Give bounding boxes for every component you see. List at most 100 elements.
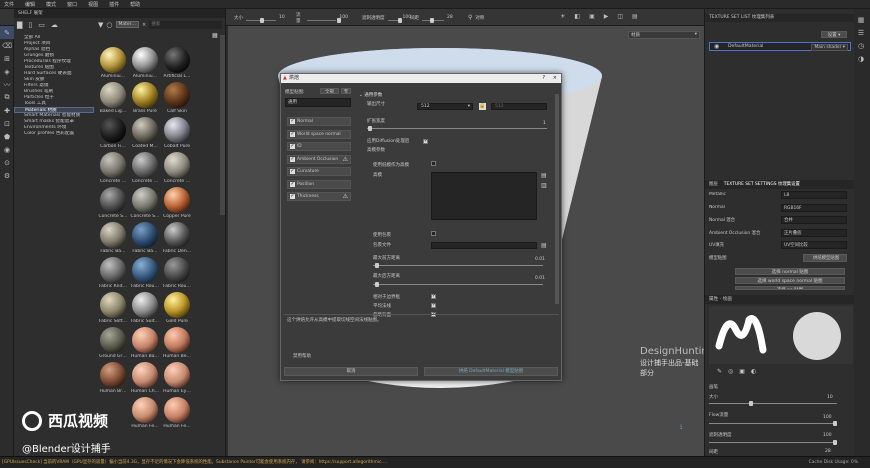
select-all-button[interactable]: 全部 xyxy=(320,88,339,94)
cage-file-field[interactable] xyxy=(431,242,537,249)
menu-help[interactable]: 帮助 xyxy=(130,1,140,8)
use-cage-checkbox[interactable] xyxy=(431,231,436,236)
menu-window[interactable]: 窗口 xyxy=(67,1,77,8)
select-none-button[interactable]: 无 xyxy=(341,88,351,94)
mesh-map-checkbox[interactable]: ✓ xyxy=(290,194,295,199)
relative-bbox-checkbox[interactable] xyxy=(431,293,436,299)
common-item[interactable]: 通用 xyxy=(285,98,351,107)
shelf-scrollbar[interactable] xyxy=(220,35,225,215)
diffusion-checkbox[interactable] xyxy=(423,138,428,144)
geometry-icon[interactable]: ◈ xyxy=(0,65,14,78)
material-thumbnail[interactable]: Brass Pure xyxy=(130,82,160,114)
material-thumbnail[interactable]: Aluminiu… xyxy=(130,47,160,79)
cloud-icon[interactable]: ☁ xyxy=(51,21,58,29)
cage-file-icon[interactable]: ▤ xyxy=(541,242,547,249)
chip-close-icon[interactable]: × xyxy=(142,22,146,28)
tab-layers[interactable]: 图层 xyxy=(709,180,718,189)
color-picker-icon[interactable]: ◉ xyxy=(0,143,14,156)
display-icon[interactable]: ▤ xyxy=(632,13,638,20)
brush-icon[interactable]: ✎ xyxy=(717,368,722,375)
select-normal-button[interactable]: 选择 normal 贴图 xyxy=(735,268,845,275)
smudge-icon[interactable]: 〰 xyxy=(0,78,14,91)
material-thumbnail[interactable]: Human Br… xyxy=(98,362,128,394)
material-thumbnail[interactable]: Concrete S… xyxy=(98,187,128,219)
alpha-icon[interactable]: ◎ xyxy=(728,368,733,375)
layers-icon[interactable]: ☰ xyxy=(854,26,868,39)
flow-slider[interactable] xyxy=(709,421,837,426)
material-thumbnail[interactable]: Human Fe… xyxy=(162,397,192,429)
help-icon[interactable]: ? xyxy=(542,74,545,83)
material-thumbnail[interactable]: Fabric Rou… xyxy=(162,257,192,289)
material-thumbnail[interactable]: Human Fe… xyxy=(130,397,160,429)
mesh-map-checkbox[interactable]: ✓ xyxy=(290,119,295,124)
material-thumbnail[interactable]: Concrete … xyxy=(162,152,192,184)
material-thumbnail[interactable]: Fabric Rou… xyxy=(130,257,160,289)
symmetry-toggle[interactable]: ⚲ 对称 xyxy=(468,11,498,24)
material-thumbnail[interactable]: Human Be… xyxy=(162,327,192,359)
texture-set-icon[interactable]: ▦ xyxy=(854,13,868,26)
opacity-slider[interactable] xyxy=(709,440,837,445)
history-icon[interactable]: ◷ xyxy=(854,39,868,52)
mesh-map-item[interactable]: ✓ ID xyxy=(287,142,351,151)
new-doc-icon[interactable]: ▯ xyxy=(28,21,32,29)
close-icon[interactable]: × xyxy=(553,74,557,83)
material-thumbnail[interactable]: Fabric Soft… xyxy=(98,292,128,324)
max-front-slider[interactable] xyxy=(373,263,543,268)
texture-set-row[interactable]: ◉ DefaultMaterial Main shader ▾ xyxy=(709,42,851,51)
menu-file[interactable]: 文件 xyxy=(4,1,14,8)
eye-icon[interactable]: ◉ xyxy=(714,43,719,50)
mesh-map-item[interactable]: ✓ Normal xyxy=(287,117,351,126)
material-thumbnail[interactable]: Coated M… xyxy=(130,117,160,149)
folder-icon[interactable]: ▇ xyxy=(17,21,22,29)
material-thumbnail[interactable]: Concrete … xyxy=(130,152,160,184)
tab-texture-set-settings[interactable]: TEXTURE SET SETTINGS 纹理集设置 xyxy=(724,180,800,189)
material-thumbnail[interactable]: Concrete … xyxy=(98,152,128,184)
output-size-select[interactable]: 512 ▾ xyxy=(417,103,473,110)
select-wsn-button[interactable]: 选择 world space normal 贴图 xyxy=(735,277,845,284)
material-thumbnail[interactable]: Aluminiu… xyxy=(98,47,128,79)
filter-chip[interactable]: Mater… xyxy=(115,21,140,28)
material-thumbnail[interactable]: Fabric Suit… xyxy=(130,292,160,324)
highpoly-list[interactable] xyxy=(431,172,537,220)
flow-slider[interactable]: 流量 100 xyxy=(296,11,348,24)
material-thumbnail[interactable]: Fabric Den… xyxy=(162,222,192,254)
material-thumbnail[interactable]: Concrete S… xyxy=(130,187,160,219)
setting-value[interactable]: 正片叠底 xyxy=(781,228,847,237)
menu-mode[interactable]: 模式 xyxy=(46,1,56,8)
material-thumbnail[interactable]: Copper Pure xyxy=(162,187,192,219)
mesh-map-checkbox[interactable]: ✓ xyxy=(290,144,295,149)
file-add-icon[interactable]: ▤ xyxy=(541,172,547,179)
setting-value[interactable]: RGB16F xyxy=(781,203,847,212)
shelf-search-input[interactable]: 搜索 xyxy=(149,20,222,29)
camera-tool-icon[interactable]: ⊙ xyxy=(0,156,14,169)
sun-icon[interactable]: ☀ xyxy=(560,13,565,20)
grid-view-icon[interactable]: ▦ xyxy=(212,32,218,39)
shelf-category-item[interactable]: Color profiles 色彩配置 xyxy=(14,131,94,137)
setting-value[interactable]: UV空间比较 xyxy=(781,241,847,249)
material-icon[interactable]: ◐ xyxy=(751,368,756,375)
video-icon[interactable]: ▶ xyxy=(604,13,609,20)
setting-value[interactable]: L8 xyxy=(781,191,847,199)
paint-brush-icon[interactable]: ✎ xyxy=(0,26,14,39)
use-lowpoly-checkbox[interactable] xyxy=(431,161,436,166)
camera-icon[interactable]: ▣ xyxy=(589,13,595,20)
material-thumbnail[interactable]: Human Ch… xyxy=(130,362,160,394)
size-slider[interactable] xyxy=(709,401,837,406)
new-folder-icon[interactable]: ▭ xyxy=(38,21,45,29)
angle-slider[interactable]: 间距 28 xyxy=(410,11,458,24)
mesh-map-checkbox[interactable]: ✓ xyxy=(290,156,295,162)
mesh-map-checkbox[interactable]: ✓ xyxy=(290,169,295,174)
material-thumbnail[interactable]: Carbon Fi… xyxy=(98,117,128,149)
mesh-map-checkbox[interactable]: ✓ xyxy=(290,131,295,137)
material-thumbnail[interactable]: Human Ey… xyxy=(162,362,192,394)
material-thumbnail[interactable]: Gold Pure xyxy=(162,292,192,324)
select-ao-button[interactable]: 选择 ao 贴图 xyxy=(735,286,845,290)
opacity-slider[interactable]: 遮刺透明度 100 xyxy=(362,11,414,24)
filter-icon[interactable]: ▼ xyxy=(98,21,103,29)
polygon-fill-icon[interactable]: ⬟ xyxy=(0,130,14,143)
dialog-scrollbar[interactable] xyxy=(555,94,559,304)
setting-value[interactable]: 烘焙模型贴图 xyxy=(803,253,847,262)
circle-filter-icon[interactable]: ○ xyxy=(106,21,112,29)
stencil-icon[interactable]: ▣ xyxy=(739,368,745,375)
disable-help-label[interactable]: 禁用帮助 xyxy=(293,353,311,359)
